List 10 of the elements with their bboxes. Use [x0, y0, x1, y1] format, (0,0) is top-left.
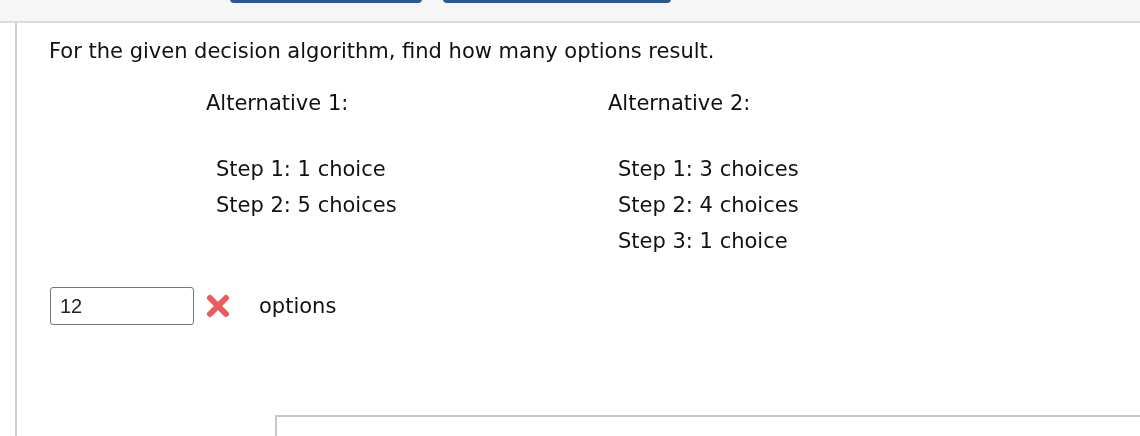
unit-label: options — [259, 294, 337, 318]
step-text: Step 1: 1 choice — [216, 156, 387, 183]
question-text: For the given decision algorithm, find how many options result. — [49, 38, 716, 63]
step-text: Step 2: 5 choices — [216, 192, 398, 219]
step-text: Step 2: 4 choices — [618, 192, 800, 219]
alternative-heading: Alternative 1: — [206, 91, 350, 115]
answer-field[interactable]: 12 — [50, 287, 194, 325]
alternative-heading: Alternative 2: — [608, 91, 752, 115]
step-text: Step 3: 1 choice — [618, 228, 789, 255]
step-text: Step 1: 3 choices — [618, 156, 800, 183]
